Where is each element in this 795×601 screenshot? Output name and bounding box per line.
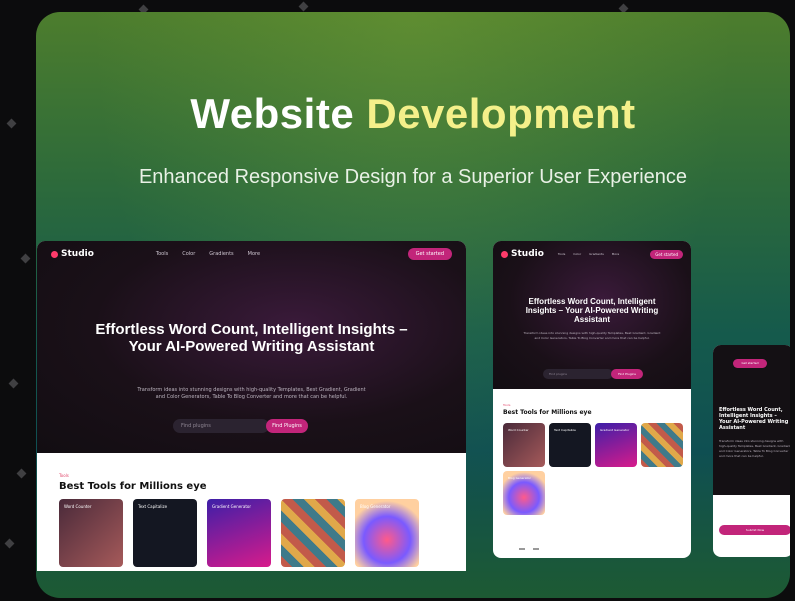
hero-description: Transform ideas into stunning designs wi…: [137, 387, 366, 400]
desktop-nav: Studio Tools Color Gradients More Get st…: [37, 241, 466, 267]
nav-item-gradients[interactable]: Gradients: [209, 251, 233, 257]
hero-description: Transform ideas into stunning designs wi…: [719, 439, 790, 458]
nav-item-color[interactable]: Color: [573, 252, 581, 256]
page: Website Development Enhanced Responsive …: [0, 0, 795, 601]
carousel-dots[interactable]: [519, 548, 539, 550]
phone-hero: Get started Effortless Word Count, Intel…: [713, 345, 790, 495]
section-title: Best Tools for Millions eye: [503, 409, 592, 416]
search-button[interactable]: Find Plugins: [266, 419, 308, 433]
tool-card[interactable]: Word Counter: [503, 423, 545, 467]
tool-card[interactable]: Blog Generator: [503, 471, 545, 515]
tools-list: Word Counter Text Capitalize Gradient Ge…: [59, 499, 419, 567]
hero-heading: Effortless Word Count, Intelligent Insig…: [95, 321, 408, 355]
tool-card[interactable]: [281, 499, 345, 567]
section-tag: Tools: [503, 403, 511, 407]
nav-item-tools[interactable]: Tools: [558, 252, 565, 256]
banner-subtitle: Enhanced Responsive Design for a Superio…: [138, 166, 688, 188]
hero-description: Transform ideas into stunning designs wi…: [523, 331, 661, 340]
section-title: Best Tools for Millions eye: [59, 481, 207, 492]
hero-heading: Effortless Word Count, Intelligent Insig…: [525, 297, 659, 324]
decor-diamond: [6, 118, 17, 129]
search-button[interactable]: Find Plugins: [611, 369, 643, 379]
tool-card[interactable]: [641, 423, 683, 467]
tool-card[interactable]: Blog Generator: [355, 499, 419, 567]
logo[interactable]: Studio: [501, 249, 544, 259]
banner-title: Website Development: [190, 90, 636, 137]
decor-diamond: [4, 538, 15, 549]
tool-card[interactable]: Gradient Generator: [595, 423, 637, 467]
nav-item-tools[interactable]: Tools: [156, 251, 168, 257]
decor-diamond: [16, 468, 27, 479]
get-started-button[interactable]: Get started: [650, 249, 683, 259]
tablet-mockup: Studio Tools Color Gradients More Get st…: [493, 241, 691, 558]
search-input[interactable]: Find plugins: [173, 419, 269, 433]
tablet-hero: Studio Tools Color Gradients More Get st…: [493, 241, 691, 389]
search-input[interactable]: Find plugins: [543, 369, 613, 379]
tool-card[interactable]: Word Counter: [59, 499, 123, 567]
logo-icon: [501, 250, 508, 258]
decor-diamond: [298, 1, 309, 12]
submit-button[interactable]: Submit Now: [719, 525, 790, 535]
desktop-hero: Studio Tools Color Gradients More Get st…: [37, 241, 466, 453]
nav-item-gradients[interactable]: Gradients: [589, 252, 604, 256]
tool-card[interactable]: Gradient Generator: [207, 499, 271, 567]
get-started-button[interactable]: Get started: [407, 248, 452, 260]
banner-card: Website Development Enhanced Responsive …: [36, 12, 790, 598]
tool-card[interactable]: Text Capitalize: [133, 499, 197, 567]
decor-diamond: [8, 378, 19, 389]
tool-card[interactable]: Text Capitalize: [549, 423, 591, 467]
logo[interactable]: Studio: [51, 249, 94, 259]
section-tag: Tools: [59, 473, 69, 478]
logo-icon: [51, 250, 58, 258]
tools-list: Word Counter Text Capitalize Gradient Ge…: [503, 423, 687, 515]
phone-mockup: Get started Effortless Word Count, Intel…: [713, 345, 790, 557]
get-started-button[interactable]: Get started: [733, 359, 767, 368]
nav-item-color[interactable]: Color: [182, 251, 195, 257]
nav-item-more[interactable]: More: [612, 252, 619, 256]
decor-diamond: [20, 253, 31, 264]
nav-item-more[interactable]: More: [248, 251, 260, 257]
desktop-mockup: Studio Tools Color Gradients More Get st…: [37, 241, 466, 571]
hero-heading: Effortless Word Count, Intelligent Insig…: [719, 407, 789, 431]
